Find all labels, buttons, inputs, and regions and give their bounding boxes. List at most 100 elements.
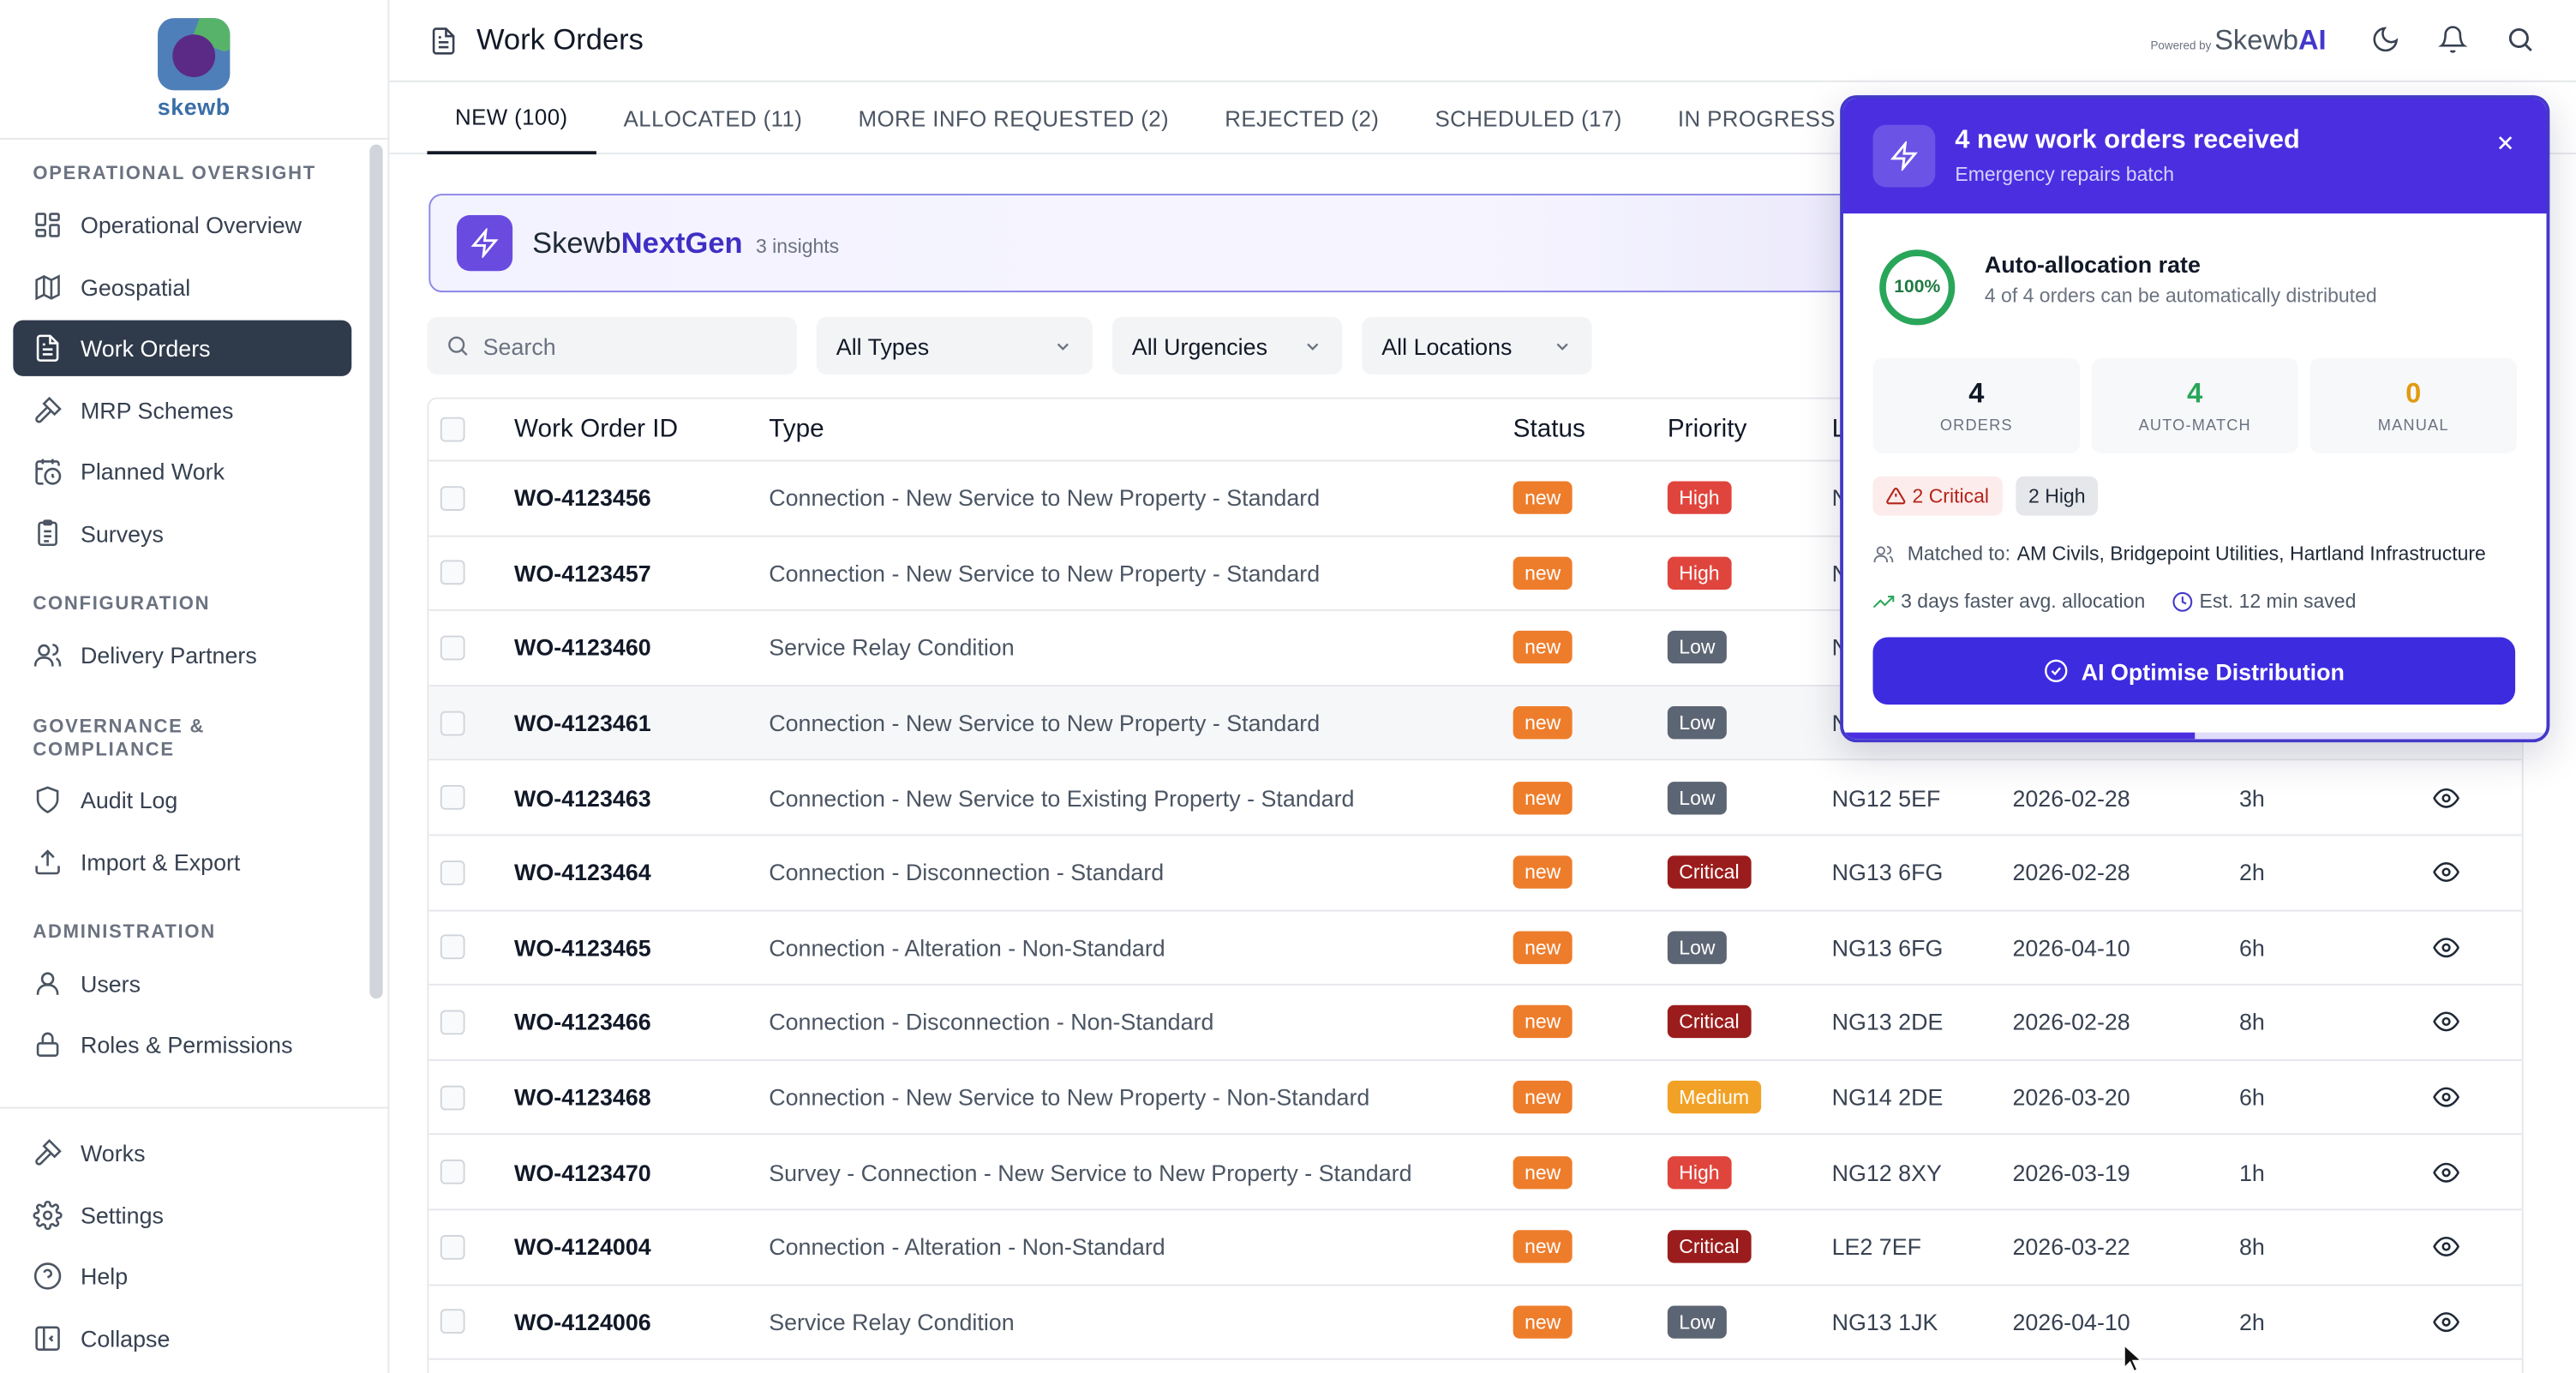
work-order-id[interactable]: WO-4123464 xyxy=(514,836,651,908)
search-input[interactable] xyxy=(482,333,779,359)
row-checkbox[interactable] xyxy=(440,860,465,885)
sidebar-item-geospatial[interactable]: Geospatial xyxy=(13,259,351,315)
row-checkbox[interactable] xyxy=(440,635,465,661)
sidebar-scrollbar[interactable] xyxy=(369,144,383,999)
eye-icon[interactable] xyxy=(2433,1234,2459,1261)
priority-badge: High xyxy=(1667,556,1732,590)
work-order-id[interactable]: WO-4123466 xyxy=(514,986,651,1058)
tab-new[interactable]: NEW (100) xyxy=(427,82,596,155)
chevron-down-icon xyxy=(1303,336,1322,356)
sidebar-item-operational-overview[interactable]: Operational Overview xyxy=(13,197,351,253)
eye-icon[interactable] xyxy=(2433,934,2459,961)
row-checkbox[interactable] xyxy=(440,785,465,811)
status-badge: new xyxy=(1513,1305,1573,1339)
eye-icon[interactable] xyxy=(2433,1309,2459,1335)
sidebar-item-help[interactable]: Help xyxy=(13,1249,376,1304)
work-order-id[interactable]: WO-4123465 xyxy=(514,911,651,984)
location-cell: NG12 5EF xyxy=(1831,784,1941,812)
moon-icon[interactable] xyxy=(2370,25,2400,54)
work-order-id[interactable]: WO-4124004 xyxy=(514,1210,651,1283)
sidebar: skewb OPERATIONAL OVERSIGHT Operational … xyxy=(0,0,390,1373)
sidebar-item-import-export[interactable]: Import & Export xyxy=(13,834,351,890)
row-checkbox[interactable] xyxy=(440,1010,465,1035)
row-checkbox[interactable] xyxy=(440,1234,465,1260)
sidebar-item-settings[interactable]: Settings xyxy=(13,1187,376,1243)
tab-more-info-requested[interactable]: MORE INFO REQUESTED (2) xyxy=(830,82,1197,154)
nextgen-insights-banner[interactable]: SkewbNextGen 3 insights xyxy=(428,194,1908,293)
sidebar-item-work-orders[interactable]: Work Orders xyxy=(13,321,352,377)
chevron-down-icon xyxy=(1553,336,1573,356)
eye-icon[interactable] xyxy=(2433,784,2459,811)
sidebar-item-label: Settings xyxy=(80,1201,164,1228)
priority-badge: Low xyxy=(1667,631,1727,665)
work-order-type: Connection - Disconnection - Standard xyxy=(769,859,1165,886)
select-all-checkbox[interactable] xyxy=(440,417,465,442)
tab-rejected[interactable]: REJECTED (2) xyxy=(1197,82,1407,154)
work-order-id[interactable]: WO-4123460 xyxy=(514,611,651,684)
rate-description: 4 of 4 orders can be automatically distr… xyxy=(1984,284,2377,308)
notification-header: 4 new work orders received Emergency rep… xyxy=(1842,98,2547,214)
eye-icon[interactable] xyxy=(2433,1084,2459,1111)
work-order-id[interactable]: WO-4123463 xyxy=(514,761,651,834)
date-cell: 2026-02-28 xyxy=(2012,859,2130,886)
table-row[interactable]: WO-4123464 Connection - Disconnection - S… xyxy=(428,836,2522,911)
eye-icon[interactable] xyxy=(2433,1010,2459,1036)
sidebar-item-label: Delivery Partners xyxy=(80,642,257,669)
table-row[interactable]: WO-4123470 Survey - Connection - New Serv… xyxy=(428,1136,2522,1211)
work-order-id[interactable]: WO-4123457 xyxy=(514,537,651,609)
work-order-id[interactable]: WO-4124006 xyxy=(514,1286,651,1358)
location-filter-select[interactable]: All Locations xyxy=(1362,316,1592,375)
work-order-id[interactable]: WO-4123456 xyxy=(514,461,651,534)
sidebar-item-users[interactable]: Users xyxy=(13,955,351,1010)
row-checkbox[interactable] xyxy=(440,1160,465,1185)
row-checkbox[interactable] xyxy=(440,710,465,735)
search-icon[interactable] xyxy=(2506,25,2536,54)
table-row[interactable]: WO-4123465 Connection - Alteration - Non-… xyxy=(428,911,2522,986)
map-icon xyxy=(33,272,63,301)
table-row[interactable]: WO-4123463 Connection - New Service to Ex… xyxy=(428,761,2522,836)
auto-allocation-rate: 100% Auto-allocation rate 4 of 4 orders … xyxy=(1879,249,2377,326)
table-row[interactable]: WO-4124006 Service Relay Condition new Low N… xyxy=(428,1286,2522,1361)
sidebar-item-mrp-schemes[interactable]: MRP Schemes xyxy=(13,382,351,438)
column-header-type[interactable]: Type xyxy=(769,399,824,460)
row-checkbox[interactable] xyxy=(440,935,465,960)
logo[interactable]: skewb xyxy=(0,0,388,140)
sidebar-item-planned-work[interactable]: Planned Work xyxy=(13,444,351,500)
sidebar-item-collapse[interactable]: Collapse xyxy=(13,1310,376,1366)
row-checkbox[interactable] xyxy=(440,1084,465,1110)
column-header-id[interactable]: Work Order ID xyxy=(514,399,678,460)
sidebar-item-works[interactable]: Works xyxy=(13,1125,376,1181)
sidebar-item-audit-log[interactable]: Audit Log xyxy=(13,772,351,828)
sidebar-item-delivery-partners[interactable]: Delivery Partners xyxy=(13,627,351,683)
column-header-status[interactable]: Status xyxy=(1513,399,1585,460)
table-row[interactable]: WO-4123468 Connection - New Service to Ne… xyxy=(428,1061,2522,1136)
row-checkbox[interactable] xyxy=(440,1310,465,1334)
work-order-id[interactable]: WO-4123461 xyxy=(514,686,651,759)
sidebar-item-label: Operational Overview xyxy=(80,212,303,238)
type-filter-select[interactable]: All Types xyxy=(816,316,1093,375)
work-order-id[interactable]: WO-4123468 xyxy=(514,1061,651,1134)
eye-icon[interactable] xyxy=(2433,1159,2459,1185)
button-label: AI Optimise Distribution xyxy=(2081,657,2345,685)
sidebar-item-surveys[interactable]: Surveys xyxy=(13,506,351,561)
row-checkbox[interactable] xyxy=(440,561,465,585)
work-order-type: Connection - New Service to Existing Pro… xyxy=(769,784,1355,812)
eye-icon[interactable] xyxy=(2433,860,2459,886)
sidebar-item-roles-permissions[interactable]: Roles & Permissions xyxy=(13,1016,351,1072)
ai-optimise-button[interactable]: AI Optimise Distribution xyxy=(1872,637,2516,705)
close-icon[interactable] xyxy=(2494,131,2517,154)
tab-allocated[interactable]: ALLOCATED (11) xyxy=(596,82,830,154)
column-header-priority[interactable]: Priority xyxy=(1668,399,1746,460)
lock-icon xyxy=(33,1030,63,1059)
tab-scheduled[interactable]: SCHEDULED (17) xyxy=(1407,82,1650,154)
top-bar: Work Orders Powered by SkewbAI xyxy=(389,0,2576,82)
work-order-id[interactable]: WO-4123470 xyxy=(514,1136,651,1208)
table-row[interactable]: WO-4124004 Connection - Alteration - Non-… xyxy=(428,1210,2522,1286)
row-checkbox[interactable] xyxy=(440,485,465,511)
panel-collapse-icon xyxy=(33,1323,63,1352)
urgency-filter-select[interactable]: All Urgencies xyxy=(1111,316,1343,375)
bell-icon[interactable] xyxy=(2438,25,2468,54)
search-icon xyxy=(446,333,470,358)
search-box[interactable] xyxy=(427,316,797,375)
table-row[interactable]: WO-4123466 Connection - Disconnection - N… xyxy=(428,986,2522,1061)
